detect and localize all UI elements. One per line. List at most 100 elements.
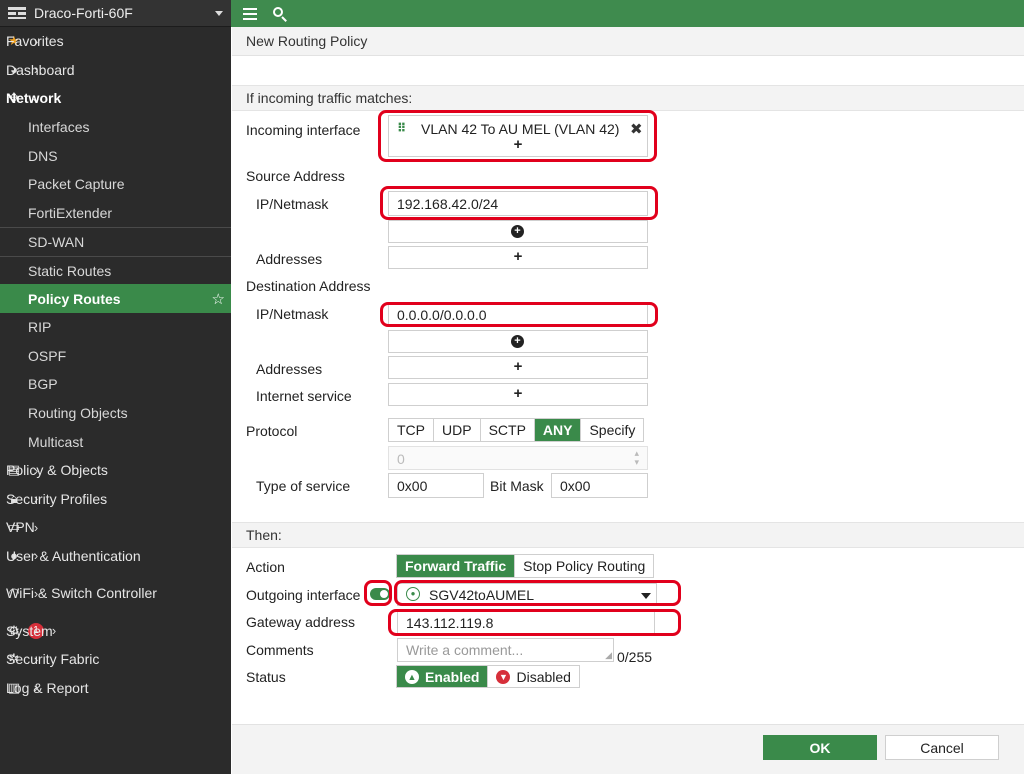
add-source-ip-row[interactable]: +	[388, 220, 648, 243]
dest-addresses-field[interactable]: +	[388, 356, 648, 379]
device-selector[interactable]: Draco-Forti-60F	[0, 0, 231, 27]
spinner-icon[interactable]: ▴ ▾	[634, 449, 639, 467]
bit-mask-label: Bit Mask	[490, 478, 544, 494]
nav-system[interactable]: ⚙ System 1 ›	[0, 616, 231, 645]
protocol-option-udp[interactable]: UDP	[434, 419, 481, 441]
sidebar-item-policy-routes[interactable]: Policy Routes ☆	[0, 284, 231, 313]
add-icon[interactable]: +	[511, 248, 525, 265]
nav-user-authentication[interactable]: ● User & Authentication ›	[0, 542, 231, 571]
protocol-option-tcp[interactable]: TCP	[389, 419, 434, 441]
incoming-interface-label: Incoming interface	[246, 122, 361, 138]
nav-label: WiFi & Switch Controller	[6, 584, 157, 601]
sidebar-item-bgp[interactable]: BGP	[0, 370, 231, 399]
sidebar-item-dns[interactable]: DNS	[0, 141, 231, 170]
highlight-box	[380, 186, 658, 220]
sidebar-item-rip[interactable]: RIP	[0, 313, 231, 342]
nav-label: Policy & Objects	[6, 462, 108, 479]
highlight-box	[364, 580, 392, 606]
sidebar-item-label: Policy Routes	[28, 290, 121, 307]
type-of-service-value: 0x00	[397, 478, 428, 494]
protocol-number-input[interactable]: 0 ▴ ▾	[388, 446, 648, 470]
ok-button[interactable]: OK	[763, 735, 877, 760]
then-section-header: Then:	[232, 522, 1024, 548]
chevron-down-icon[interactable]	[215, 10, 223, 16]
nav-wifi-switch[interactable]: ◠ WiFi & Switch Controller ›	[0, 570, 231, 616]
status-enabled-option[interactable]: ▲ Enabled	[397, 666, 489, 687]
protocol-number-value: 0	[397, 451, 405, 467]
internet-service-field[interactable]: +	[388, 383, 648, 406]
action-forward-traffic[interactable]: Forward Traffic	[397, 555, 516, 577]
destination-address-label: Destination Address	[246, 278, 371, 294]
add-circle-icon[interactable]: +	[511, 225, 524, 238]
nav-network[interactable]: ✥ Network ⌄	[0, 84, 231, 113]
protocol-selector: TCP UDP SCTP ANY Specify	[388, 418, 645, 442]
comments-label: Comments	[246, 642, 314, 658]
gateway-address-label: Gateway address	[246, 614, 355, 630]
source-addresses-field[interactable]: +	[388, 246, 648, 269]
comments-counter: 0/255	[617, 649, 653, 665]
sidebar-item-packet-capture[interactable]: Packet Capture	[0, 170, 231, 199]
main-panel: New Routing Policy If incoming traffic m…	[231, 27, 1024, 774]
protocol-option-specify[interactable]: Specify	[581, 419, 644, 441]
add-icon[interactable]: +	[511, 385, 525, 402]
bit-mask-value: 0x00	[560, 478, 591, 494]
nav-label: Log & Report	[6, 679, 89, 696]
action-selector: Forward Traffic Stop Policy Routing	[396, 554, 655, 578]
device-name: Draco-Forti-60F	[34, 5, 133, 21]
star-outline-icon[interactable]: ☆	[212, 290, 225, 308]
highlight-box	[388, 609, 681, 636]
internet-service-label: Internet service	[256, 388, 352, 404]
status-label: Status	[246, 669, 286, 685]
dest-addresses-label: Addresses	[256, 361, 323, 377]
protocol-option-any[interactable]: ANY	[534, 419, 582, 441]
add-dest-ip-row[interactable]: +	[388, 330, 648, 353]
search-icon[interactable]	[273, 6, 287, 22]
highlight-box	[394, 580, 681, 606]
nav-label: Favorites	[6, 33, 64, 50]
sidebar-item-fortiextender[interactable]: FortiExtender	[0, 199, 231, 228]
nav-vpn[interactable]: ▭ VPN ›	[0, 513, 231, 542]
add-icon[interactable]: +	[511, 358, 525, 375]
resize-handle-icon[interactable]: ◢	[605, 650, 612, 661]
sidebar: Draco-Forti-60F ★ Favorites › ◕ Dashboar…	[0, 0, 231, 774]
cancel-button[interactable]: Cancel	[885, 735, 999, 760]
sidebar-item-interfaces[interactable]: Interfaces	[0, 113, 231, 142]
nav-log-report[interactable]: ▥ Log & Report ›	[0, 673, 231, 702]
bit-mask-input[interactable]: 0x00	[551, 473, 648, 498]
protocol-option-sctp[interactable]: SCTP	[480, 419, 535, 441]
nav-dashboard[interactable]: ◕ Dashboard ›	[0, 56, 231, 85]
type-of-service-label: Type of service	[256, 478, 351, 494]
sidebar-item-ospf[interactable]: OSPF	[0, 342, 231, 371]
hamburger-menu-icon[interactable]	[243, 7, 257, 20]
arrow-up-circle-icon: ▲	[405, 669, 419, 684]
action-stop-policy-routing[interactable]: Stop Policy Routing	[515, 555, 654, 577]
nav-favorites[interactable]: ★ Favorites ›	[0, 27, 231, 56]
status-selector: ▲ Enabled ▼ Disabled	[396, 665, 580, 688]
status-disabled-option[interactable]: ▼ Disabled	[488, 666, 579, 687]
nav-label: Network	[6, 90, 62, 107]
comments-textarea[interactable]: Write a comment... ◢	[397, 638, 614, 662]
sidebar-item-multicast[interactable]: Multicast	[0, 427, 231, 456]
dest-ip-netmask-label: IP/Netmask	[256, 306, 329, 322]
outgoing-interface-label: Outgoing interface	[246, 587, 361, 603]
type-of-service-input[interactable]: 0x00	[388, 473, 484, 498]
comments-placeholder: Write a comment...	[406, 642, 524, 658]
sidebar-item-routing-objects[interactable]: Routing Objects	[0, 399, 231, 428]
nav-label: System	[6, 622, 53, 639]
page-title: New Routing Policy	[232, 27, 1024, 56]
source-addresses-label: Addresses	[256, 251, 323, 267]
match-section-header: If incoming traffic matches:	[232, 85, 1024, 111]
sidebar-item-sd-wan[interactable]: SD-WAN	[0, 227, 231, 256]
nav-policy-objects[interactable]: ▤ Policy & Objects ›	[0, 456, 231, 485]
nav-security-profiles[interactable]: 🔒︎ Security Profiles ›	[0, 485, 231, 514]
nav-label: VPN	[6, 519, 35, 536]
nav-label: Dashboard	[6, 61, 75, 78]
sidebar-item-static-routes[interactable]: Static Routes	[0, 255, 231, 285]
nav-security-fabric[interactable]: ✲ Security Fabric ›	[0, 645, 231, 674]
highlight-box	[380, 302, 658, 327]
highlight-box	[378, 110, 657, 162]
status-enabled-label: Enabled	[425, 668, 480, 685]
add-circle-icon[interactable]: +	[511, 335, 524, 348]
nav-label: User & Authentication	[6, 547, 141, 564]
nav-label: Security Fabric	[6, 651, 100, 668]
